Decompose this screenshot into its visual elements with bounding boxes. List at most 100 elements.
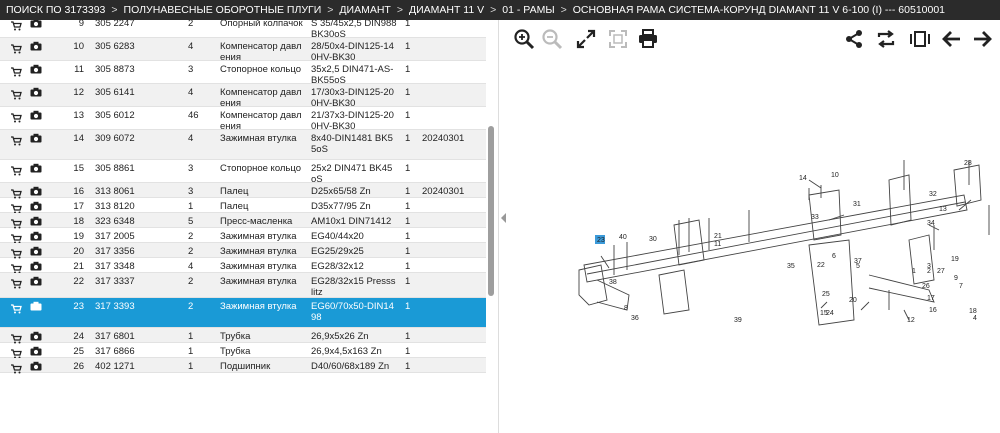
diagram-label[interactable]: 12 <box>907 317 915 324</box>
table-row[interactable]: 26 402 1271 1 Подшипник D40/60/68x189 Zn 1 <box>0 358 486 374</box>
table-row[interactable]: 14 309 6072 4 Зажимная втулка 8x40-DIN1481 B… <box>0 130 486 160</box>
diagram-label[interactable]: 40 <box>619 234 627 241</box>
diagram-label[interactable]: 34 <box>927 220 935 227</box>
table-row[interactable]: 13 305 6012 46 Компенсатор давления 21/37x3-… <box>0 107 486 132</box>
diagram-label[interactable]: 11 <box>714 241 721 248</box>
diagram-label[interactable]: 18 <box>969 308 977 315</box>
diagram-label[interactable]: 3 <box>927 263 931 270</box>
diagram-label[interactable]: 21 <box>714 233 722 240</box>
cart-icon[interactable] <box>10 67 22 80</box>
part-spec: EG40/44x20 <box>311 231 364 242</box>
collapse-panel-icon[interactable] <box>500 212 508 224</box>
diagram-label[interactable]: 19 <box>951 256 959 263</box>
diagram-label[interactable]: 20 <box>849 297 857 304</box>
unit-count: 1 <box>405 64 411 75</box>
diagram-label[interactable]: 15 <box>820 310 828 317</box>
cart-icon[interactable] <box>10 90 22 103</box>
breadcrumb-item[interactable]: ОСНОВНАЯ РАМА СИСТЕМА-КОРУНД DIAMANT 11 … <box>573 4 945 16</box>
camera-icon[interactable] <box>30 133 42 146</box>
diagram-label[interactable]: 8 <box>624 305 628 312</box>
diagram-label[interactable]: 36 <box>631 315 639 322</box>
exploded-diagram[interactable]: 2814 1032313013401121343335 223865231 23192… <box>509 20 1000 433</box>
table-row[interactable]: 11 305 8873 3 Стопорное кольцо 35x2,5 DIN471… <box>0 61 486 86</box>
part-spec: EG60/70x50-DIN1498 <box>311 301 394 323</box>
parts-table: 9 305 2247 2 Опорный колпачок S 35/45x2,5 DI… <box>0 20 499 433</box>
breadcrumb-item[interactable]: ДИАМАНТ <box>339 4 390 16</box>
quantity: 4 <box>188 87 194 98</box>
diagram-label[interactable]: 35 <box>787 263 795 270</box>
cart-icon[interactable] <box>10 21 22 34</box>
camera-icon[interactable] <box>30 110 42 123</box>
valid-date: 20240301 <box>422 133 465 144</box>
diagram-label[interactable]: 26 <box>922 283 930 290</box>
cart-icon[interactable] <box>10 364 22 377</box>
diagram-label[interactable]: 7 <box>959 283 963 290</box>
diagram-label[interactable]: 33 <box>811 214 819 221</box>
table-row[interactable]: 10 305 6283 4 Компенсатор давления 28/50x4-D… <box>0 38 486 63</box>
diagram-label[interactable]: 28 <box>964 160 972 167</box>
diagram-label[interactable]: 37 <box>854 258 862 265</box>
position-number: 16 <box>73 186 84 197</box>
part-name: Пресс-масленка <box>220 216 293 227</box>
diagram-label[interactable]: 23 <box>597 237 605 244</box>
table-row[interactable]: 18 323 6348 5 Пресс-масленка AM10x1 DIN71412… <box>0 213 486 229</box>
breadcrumb-separator: > <box>396 4 403 16</box>
table-row[interactable]: 23 317 3393 2 Зажимная втулка EG60/70x50-DIN… <box>0 298 486 328</box>
table-row[interactable]: 21 317 3348 4 Зажимная втулка EG28/32x12 1 <box>0 258 486 274</box>
table-row[interactable]: 22 317 3337 2 Зажимная втулка EG28/32x15 Pre… <box>0 273 486 298</box>
diagram-label[interactable]: 32 <box>929 191 937 198</box>
part-name: Компенсатор давления <box>220 110 302 132</box>
diagram-label[interactable]: 25 <box>822 291 830 298</box>
diagram-label[interactable]: 38 <box>609 279 617 286</box>
table-row[interactable]: 24 317 6801 1 Трубка 26,9x5x26 Zn 1 <box>0 328 486 344</box>
cart-icon[interactable] <box>10 113 22 126</box>
table-row[interactable]: 17 313 8120 1 Палец D35x77/95 Zn 1 <box>0 198 486 214</box>
table-row[interactable]: 20 317 3356 2 Зажимная втулка EG25/29x25 1 <box>0 243 486 259</box>
part-name: Зажимная втулка <box>220 261 297 272</box>
camera-icon[interactable] <box>30 361 42 374</box>
diagram-label[interactable]: 17 <box>927 295 935 302</box>
diagram-label[interactable]: 27 <box>937 268 945 275</box>
camera-icon[interactable] <box>30 301 42 314</box>
diagram-label[interactable]: 9 <box>954 275 958 282</box>
table-row[interactable]: 12 305 6141 4 Компенсатор давления 17/30x3-D… <box>0 84 486 109</box>
diagram-label[interactable]: 30 <box>649 236 657 243</box>
breadcrumb-item[interactable]: ПОЛУНАВЕСНЫЕ ОБОРОТНЫЕ ПЛУГИ <box>124 4 322 16</box>
table-scrollbar[interactable] <box>487 20 495 433</box>
camera-icon[interactable] <box>30 64 42 77</box>
cart-icon[interactable] <box>10 166 22 179</box>
article-number: 317 6866 <box>95 346 135 357</box>
breadcrumb-item[interactable]: 01 - РАМЫ <box>502 4 554 16</box>
article-number: 317 2005 <box>95 231 135 242</box>
table-row[interactable]: 19 317 2005 2 Зажимная втулка EG40/44x20 1 <box>0 228 486 244</box>
cart-icon[interactable] <box>10 44 22 57</box>
camera-icon[interactable] <box>30 163 42 176</box>
position-number: 20 <box>73 246 84 257</box>
breadcrumb-item[interactable]: ПОИСК ПО 3173393 <box>6 4 105 16</box>
diagram-label[interactable]: 13 <box>939 206 947 213</box>
diagram-label[interactable]: 16 <box>929 307 937 314</box>
cart-icon[interactable] <box>10 304 22 317</box>
cart-icon[interactable] <box>10 279 22 292</box>
camera-icon[interactable] <box>30 87 42 100</box>
camera-icon[interactable] <box>30 20 42 31</box>
diagram-label[interactable]: 22 <box>817 262 825 269</box>
cart-icon[interactable] <box>10 136 22 149</box>
article-number: 317 3337 <box>95 276 135 287</box>
diagram-label[interactable]: 4 <box>973 315 977 322</box>
diagram-label[interactable]: 6 <box>832 253 836 260</box>
article-number: 305 8861 <box>95 163 135 174</box>
diagram-label[interactable]: 10 <box>831 172 839 179</box>
camera-icon[interactable] <box>30 41 42 54</box>
table-row[interactable]: 9 305 2247 2 Опорный колпачок S 35/45x2,5 DI… <box>0 20 486 40</box>
camera-icon[interactable] <box>30 276 42 289</box>
diagram-label[interactable]: 1 <box>912 268 916 275</box>
diagram-label[interactable]: 14 <box>799 175 807 182</box>
diagram-label[interactable]: 31 <box>853 201 861 208</box>
breadcrumb-item[interactable]: ДИАМАНТ 11 V <box>409 4 484 16</box>
table-row[interactable]: 25 317 6866 1 Трубка 26,9x4,5x163 Zn 1 <box>0 343 486 359</box>
diagram-label[interactable]: 39 <box>734 317 742 324</box>
table-row[interactable]: 16 313 8061 3 Палец D25x65/58 Zn 1 20240301 <box>0 183 486 199</box>
scrollbar-thumb[interactable] <box>488 126 494 296</box>
table-row[interactable]: 15 305 8861 3 Стопорное кольцо 25x2 DIN471 B… <box>0 160 486 185</box>
